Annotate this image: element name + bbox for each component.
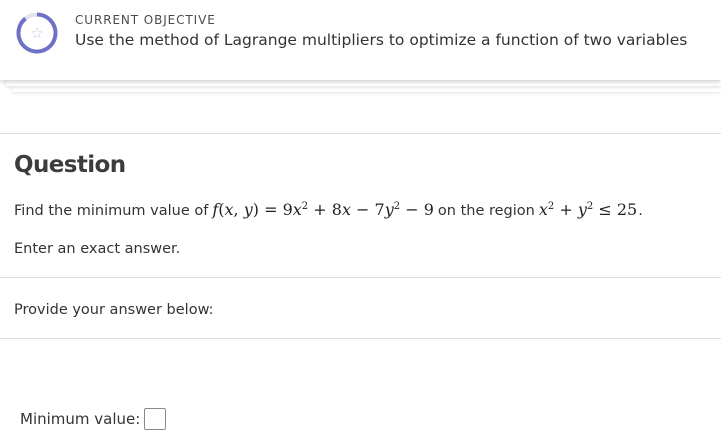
divider	[0, 133, 721, 134]
region-expression: x2 + y2 ≤ 25	[538, 200, 638, 219]
question-prompt: Find the minimum value of f(x, y) = 9x2 …	[14, 200, 643, 219]
minimum-value-label: Minimum value:	[20, 410, 141, 428]
prompt-before: Find the minimum value of	[14, 203, 209, 219]
objective-eyebrow: CURRENT OBJECTIVE	[75, 13, 216, 27]
answer-row: Minimum value:	[20, 408, 167, 430]
instruction-text: Enter an exact answer.	[14, 241, 181, 257]
divider	[0, 338, 721, 339]
question-heading: Question	[14, 152, 126, 178]
card-stack-shadow-front	[6, 80, 721, 86]
objective-text: Use the method of Lagrange multipliers t…	[75, 31, 688, 49]
minimum-value-input[interactable]	[144, 408, 167, 430]
prompt-end: .	[638, 203, 643, 219]
star-icon: ☆	[30, 23, 44, 42]
prompt-middle: on the region	[437, 203, 535, 219]
objective-card: ☆ CURRENT OBJECTIVE Use the method of La…	[0, 0, 721, 80]
provide-answer-label: Provide your answer below:	[14, 302, 214, 318]
card-stack-shadow-back	[12, 86, 721, 92]
function-expression: f(x, y) = 9x2 + 8x − 7y2 − 9	[212, 200, 434, 219]
divider	[0, 277, 721, 278]
